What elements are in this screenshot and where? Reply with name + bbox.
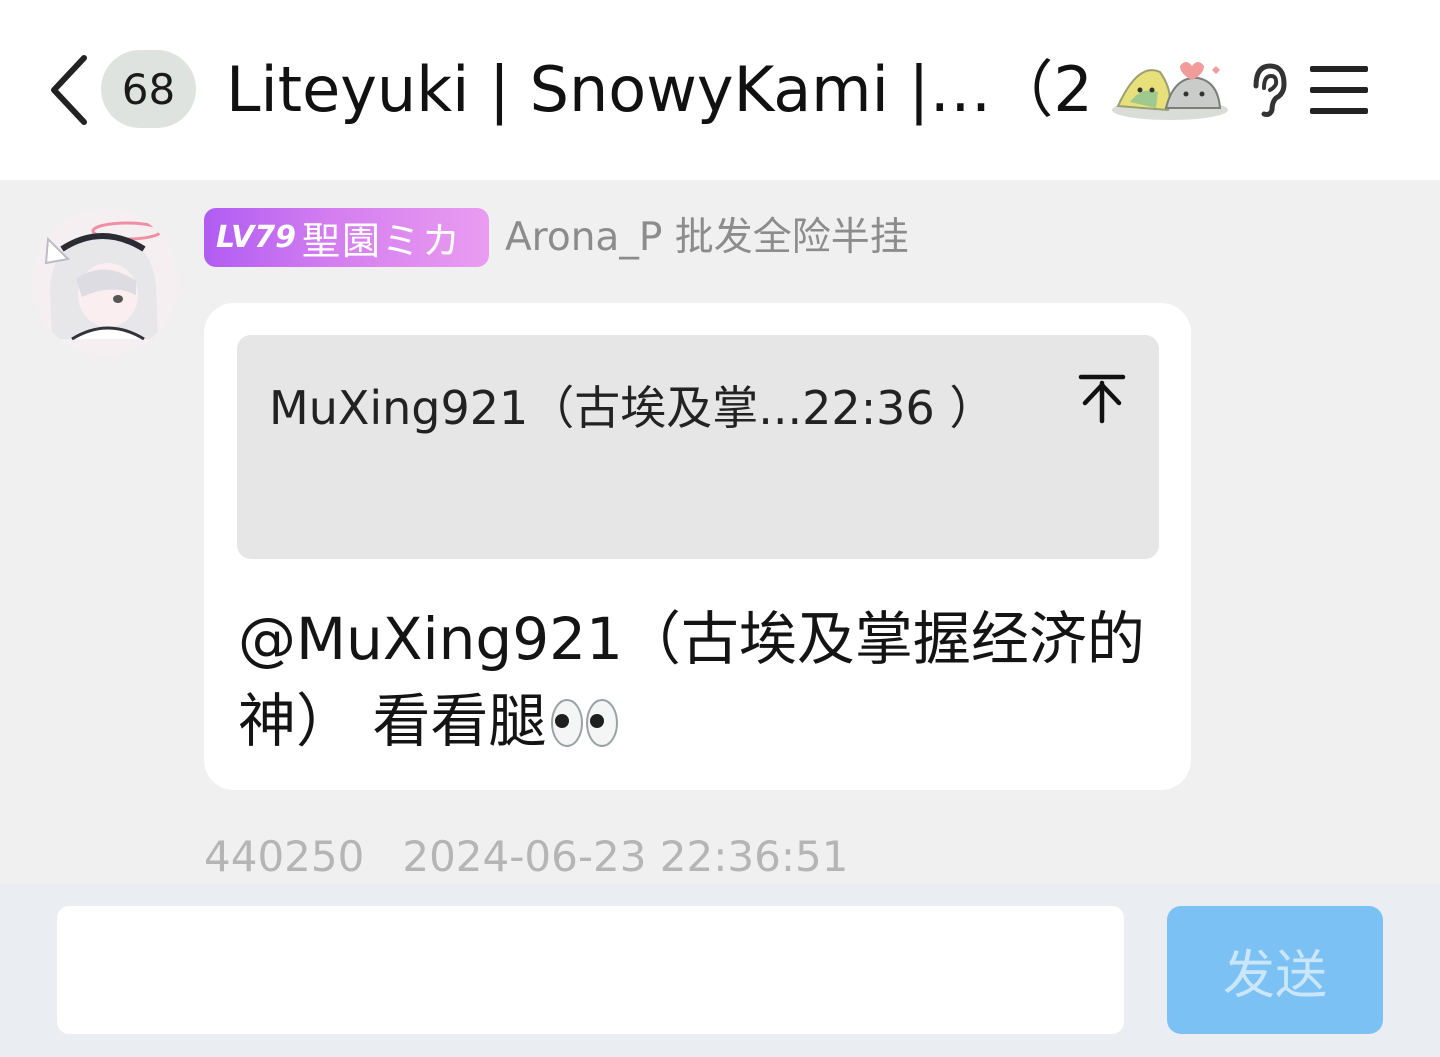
sender-title[interactable]: Arona_P 批发全险半挂 <box>505 208 909 267</box>
menu-button[interactable] <box>1306 60 1372 120</box>
ear-button[interactable] <box>1246 62 1292 118</box>
ear-icon <box>1253 63 1287 117</box>
send-button[interactable]: 发送 <box>1167 906 1383 1034</box>
jump-to-quote-button[interactable] <box>1077 373 1127 425</box>
unread-count-badge[interactable]: 68 <box>101 50 196 128</box>
message-text: @MuXing921（古埃及掌握经济的神） 看看腿 <box>238 598 1168 762</box>
rank-name: 聖園ミカ <box>302 219 463 263</box>
anime-girl-avatar-image <box>32 209 178 355</box>
message-bubble[interactable]: MuXing921（古埃及掌...22:36 ） @MuXing921（古埃及掌… <box>204 303 1191 790</box>
rice-ball-mascot-icon <box>1112 62 1228 120</box>
back-button[interactable] <box>42 52 94 128</box>
sender-avatar[interactable] <box>32 209 178 355</box>
quoted-text: MuXing921（古埃及掌...22:36 ） <box>269 381 996 435</box>
message-id: 440250 <box>204 832 365 881</box>
top-bar: 68 Liteyuki | SnowyKami |…（205） <box>0 0 1440 180</box>
chat-title[interactable]: Liteyuki | SnowyKami |…（205） <box>226 50 1096 130</box>
quoted-reply[interactable]: MuXing921（古埃及掌...22:36 ） <box>237 335 1159 559</box>
eyes-emoji <box>551 699 619 747</box>
message-meta: 440250 2024-06-23 22:36:51 <box>204 832 848 882</box>
level-label: LV79 <box>216 220 296 255</box>
message-timestamp: 2024-06-23 22:36:51 <box>402 832 849 881</box>
level-badge: LV79 聖園ミカ <box>204 208 489 267</box>
composer-bar: 发送 <box>0 884 1440 1057</box>
message-input[interactable] <box>57 906 1124 1034</box>
message-body: @MuXing921（古埃及掌握经济的神） 看看腿 <box>238 605 1145 755</box>
jump-to-top-icon <box>1078 374 1126 424</box>
hamburger-menu-icon <box>1310 66 1368 114</box>
chevron-left-icon <box>51 55 87 125</box>
